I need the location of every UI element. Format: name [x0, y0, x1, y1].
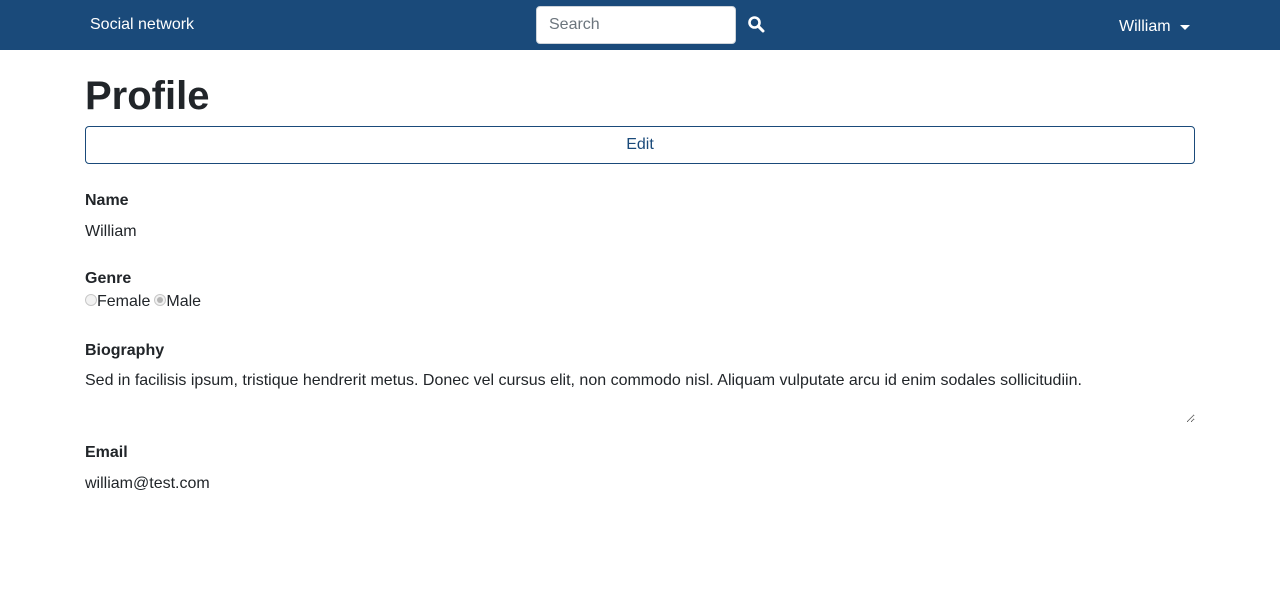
- genre-label: Genre: [85, 270, 132, 287]
- genre-female-label: Female: [97, 293, 151, 310]
- biography-textarea[interactable]: Sed in facilisis ipsum, tristique hendre…: [85, 371, 1195, 423]
- search-icon: [748, 16, 765, 33]
- top-navbar: Social network William: [0, 0, 1280, 50]
- genre-female-radio[interactable]: [85, 294, 97, 306]
- user-name: William: [1119, 18, 1171, 35]
- search-input[interactable]: [536, 6, 736, 44]
- genre-radio-group: Female Male: [85, 292, 205, 312]
- genre-male-radio[interactable]: [154, 294, 167, 306]
- caret-down-icon: [1179, 25, 1190, 30]
- search-button[interactable]: [746, 15, 766, 35]
- user-menu-dropdown[interactable]: William: [1119, 17, 1190, 37]
- edit-button[interactable]: Edit: [85, 126, 1195, 164]
- page-title: Profile: [85, 74, 210, 118]
- email-label: Email: [85, 444, 128, 461]
- biography-label: Biography: [85, 342, 165, 359]
- genre-male-label: Male: [166, 293, 202, 310]
- email-value: william@test.com: [85, 475, 210, 492]
- name-label: Name: [85, 192, 129, 209]
- brand-link[interactable]: Social network: [90, 15, 194, 35]
- name-value: William: [85, 223, 137, 240]
